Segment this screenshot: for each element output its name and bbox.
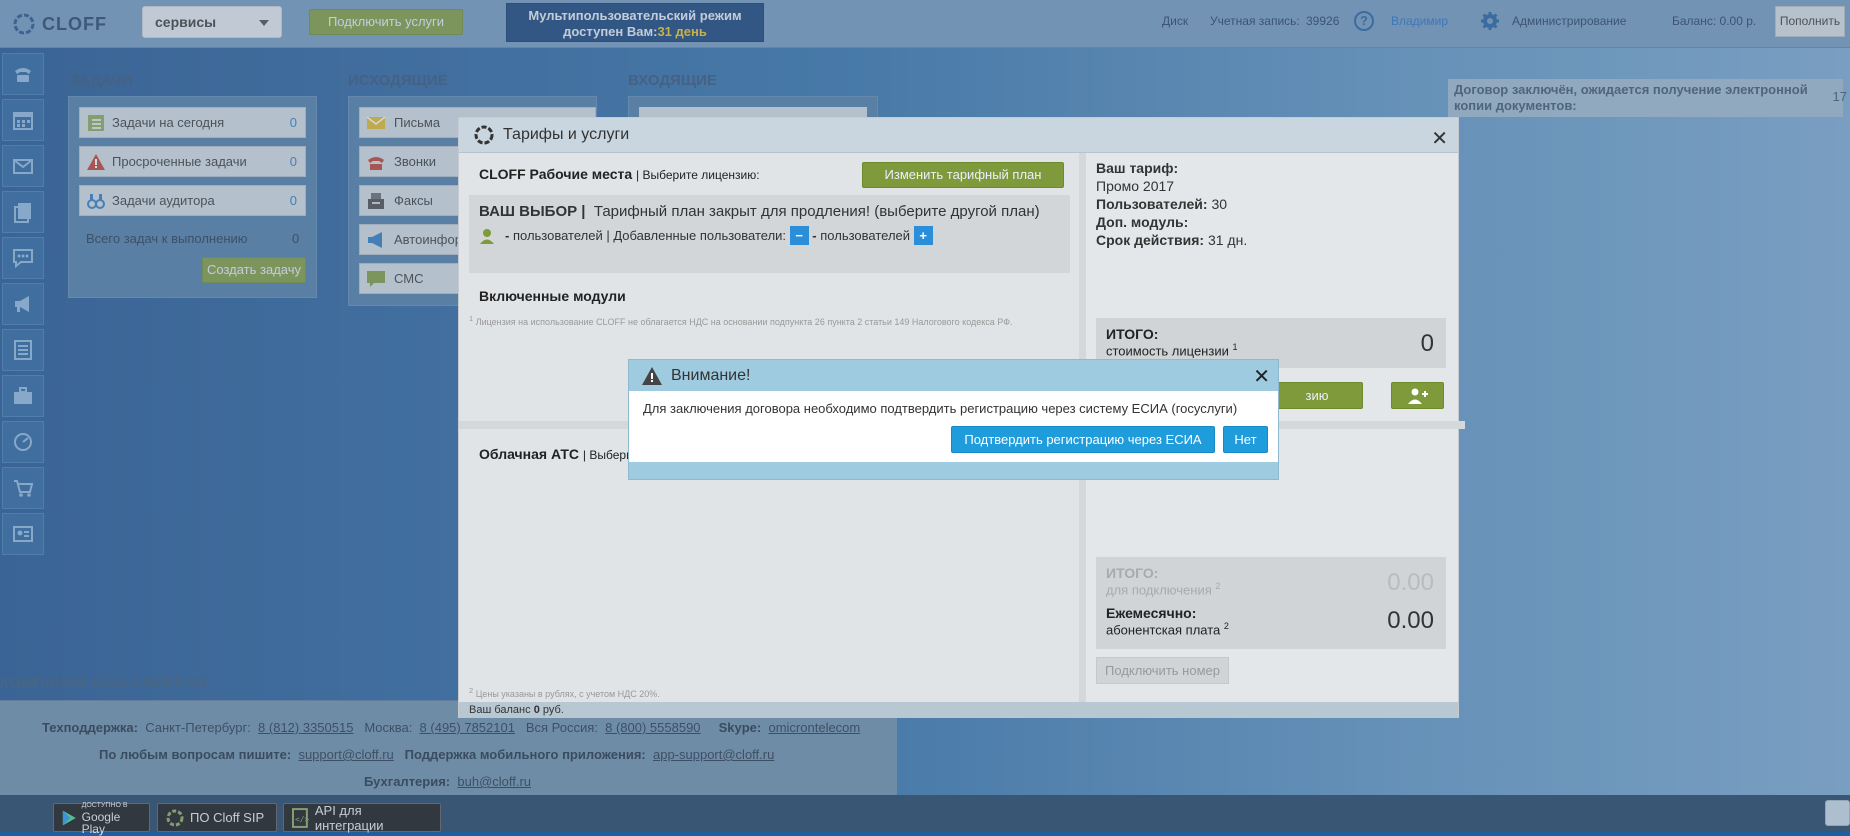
- minus-button[interactable]: −: [789, 226, 809, 245]
- warning-icon: [642, 366, 662, 385]
- cloud-pbx-heading: Облачная АТС | Выбери: [479, 446, 633, 462]
- add-user-button[interactable]: [1391, 382, 1444, 409]
- balance-value: 0: [533, 704, 540, 716]
- license-total-value: 0: [1420, 330, 1434, 357]
- prices-footnote: 2 Цены указаны в рублях, с учетом НДС 20…: [469, 686, 660, 699]
- choose-license-label: | Выберите лицензию:: [636, 168, 760, 182]
- license-cost-label: стоимость лицензии: [1106, 343, 1229, 359]
- users-label: пользователей | Добавленные пользователи…: [512, 228, 787, 243]
- included-modules-title: Включенные модули: [479, 288, 626, 304]
- modal-title: Внимание!: [671, 366, 751, 384]
- term-key: Срок действия:: [1096, 232, 1205, 248]
- tariff-summary: Ваш тариф: Промо 2017 Пользователей: 30 …: [1096, 159, 1247, 249]
- users-count: -: [505, 228, 510, 243]
- term-value: 31 дн.: [1207, 232, 1248, 248]
- cloud-pbx-title: Облачная АТС: [479, 446, 580, 462]
- close-icon[interactable]: ✕: [1431, 126, 1448, 151]
- subscription-label: абонентская плата: [1106, 622, 1221, 638]
- plus-button[interactable]: +: [913, 226, 933, 245]
- monthly-total-box: ИТОГО: для подключения 2 0.00 Ежемесячно…: [1096, 557, 1446, 649]
- itogo-label: ИТОГО:: [1106, 326, 1159, 342]
- workplaces-heading: CLOFF Рабочие места | Выберите лицензию:: [479, 166, 760, 182]
- users-value: 30: [1211, 196, 1228, 212]
- license-footnote: 1 Лицензия на использование CLOFF не обл…: [469, 314, 1013, 327]
- balance-suffix: руб.: [542, 704, 564, 716]
- no-button[interactable]: Нет: [1223, 426, 1268, 453]
- license-action-button[interactable]: зию: [1271, 382, 1363, 409]
- balance-prefix: Ваш баланс: [469, 704, 531, 716]
- user-icon: [480, 228, 494, 244]
- change-plan-button[interactable]: Изменить тарифный план: [862, 162, 1064, 188]
- added-users-count: -: [812, 228, 817, 243]
- connect-total-value: 0.00: [1387, 569, 1434, 596]
- warning-modal: Внимание! ✕ Для заключения договора необ…: [628, 359, 1279, 480]
- your-tariff-label: Ваш тариф:: [1096, 160, 1179, 176]
- balance-bar: Ваш баланс 0 руб.: [459, 702, 1458, 718]
- plan-closed-text: Тарифный план закрыт для продления! (выб…: [593, 203, 1040, 220]
- modal-text: Для заключения договора необходимо подтв…: [643, 401, 1238, 416]
- license-note: Лицензия на использование CLOFF не облаг…: [475, 317, 1013, 327]
- confirm-esia-button[interactable]: Подтвердить регистрацию через ЕСИА: [951, 426, 1215, 453]
- cloff-logo-icon: [474, 125, 494, 145]
- monthly-total-value: 0.00: [1387, 607, 1434, 634]
- modal-header: Внимание! ✕: [629, 360, 1278, 391]
- prices-note: Цены указаны в рублях, с учетом НДС 20%.: [475, 689, 660, 699]
- tariff-name: Промо 2017: [1096, 178, 1175, 194]
- add-user-icon: [1407, 388, 1428, 404]
- addon-key: Доп. модуль:: [1096, 214, 1189, 230]
- tariffs-title: Тарифы и услуги: [503, 126, 630, 143]
- your-choice-box: ВАШ ВЫБОР | Тарифный план закрыт для про…: [469, 195, 1070, 273]
- your-choice-label: ВАШ ВЫБОР |: [479, 203, 586, 220]
- tariffs-header: Тарифы и услуги ✕: [459, 118, 1458, 153]
- users-key: Пользователей:: [1096, 196, 1208, 212]
- modal-body: Для заключения договора необходимо подтв…: [629, 391, 1278, 462]
- workplaces-title: CLOFF Рабочие места: [479, 166, 633, 182]
- cloud-choose-label: | Выбери: [582, 448, 633, 462]
- close-icon[interactable]: ✕: [1253, 364, 1270, 389]
- users-label-2: пользователей: [820, 228, 911, 243]
- connect-number-button[interactable]: Подключить номер: [1096, 657, 1229, 684]
- connect-cost-label: для подключения: [1106, 582, 1212, 598]
